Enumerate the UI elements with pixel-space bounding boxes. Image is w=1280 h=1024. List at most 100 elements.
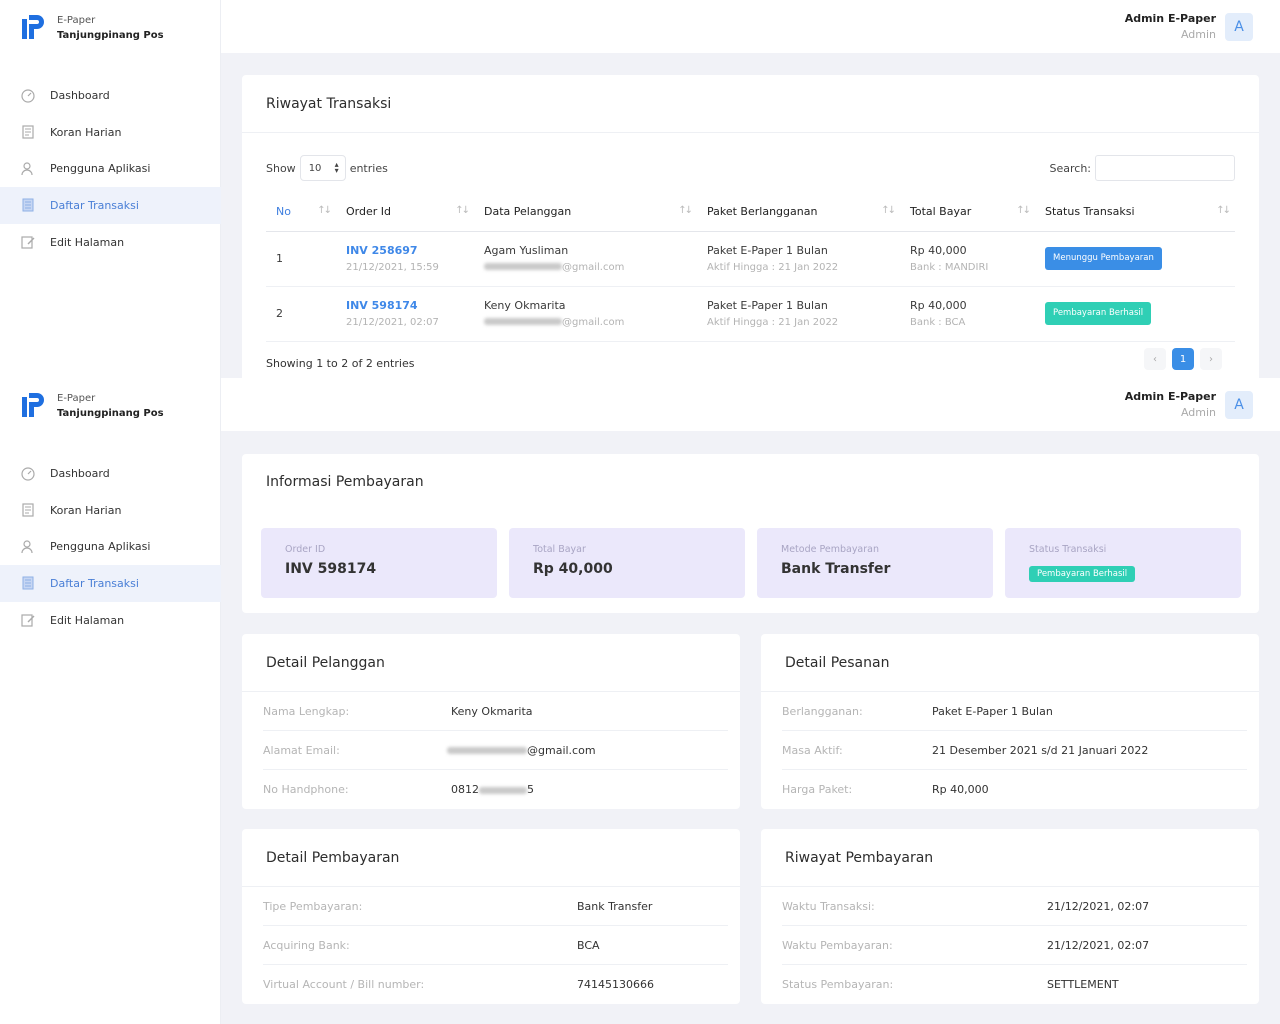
sidebar-item-label: Dashboard xyxy=(50,466,110,480)
avatar[interactable]: A xyxy=(1225,391,1253,419)
sidebar-item-label: Daftar Transaksi xyxy=(50,198,139,212)
customer-name: Agam Yusliman xyxy=(484,243,569,257)
sidebar-item-label: Pengguna Aplikasi xyxy=(50,540,151,554)
receipt-icon xyxy=(20,197,36,213)
stat-metode-pembayaran: Metode Pembayaran Bank Transfer xyxy=(757,528,993,598)
sidebar-item-dashboard[interactable]: Dashboard xyxy=(0,455,221,492)
card-title: Detail Pesanan xyxy=(761,634,1259,692)
column-header-status[interactable]: Status Transaksi ↑↓ xyxy=(1035,193,1235,232)
sidebar-item-koran-harian[interactable]: Koran Harian xyxy=(0,114,221,151)
avatar[interactable]: A xyxy=(1225,13,1253,41)
column-header-total-bayar[interactable]: Total Bayar ↑↓ xyxy=(900,193,1035,232)
order-date: 21/12/2021, 02:07 xyxy=(346,316,439,328)
transactions-table: No ↑↓ Order Id ↑↓ Data Pelanggan ↑↓ Paket B… xyxy=(266,193,1235,342)
logo-icon xyxy=(20,391,46,419)
row-value: BCA xyxy=(577,938,600,952)
detail-row: Waktu Transaksi: 21/12/2021, 02:07 xyxy=(782,887,1247,926)
user-name: Admin E-Paper xyxy=(1124,12,1216,25)
row-value: 21 Desember 2021 s/d 21 Januari 2022 xyxy=(932,743,1149,757)
package-active-until: Aktif Hingga : 21 Jan 2022 xyxy=(707,261,839,273)
redacted-email xyxy=(447,747,527,754)
stat-value: Rp 40,000 xyxy=(533,561,613,577)
card-title: Detail Pelanggan xyxy=(242,634,740,692)
row-value-suffix: 5 xyxy=(527,783,534,796)
sort-icon: ↑↓ xyxy=(1216,205,1231,216)
sidebar-item-label: Edit Halaman xyxy=(50,235,125,249)
sort-icon: ↑↓ xyxy=(678,205,693,216)
detail-row: No Handphone: 0812 5 xyxy=(263,770,728,809)
bank-name: Bank : BCA xyxy=(910,316,966,328)
row-value: @gmail.com xyxy=(527,743,596,757)
sidebar-item-pengguna-aplikasi[interactable]: Pengguna Aplikasi xyxy=(0,528,221,565)
user-menu[interactable]: Admin E-Paper Admin A xyxy=(1125,11,1253,43)
sort-icon: ↑↓ xyxy=(1016,205,1031,216)
order-date: 21/12/2021, 15:59 xyxy=(346,261,439,273)
card-title: Riwayat Pembayaran xyxy=(761,829,1259,887)
entries-control: Show 10 ▴ ▾ entries xyxy=(266,155,388,181)
row-value: Rp 40,000 xyxy=(932,783,989,796)
detail-row: Harga Paket: Rp 40,000 xyxy=(782,770,1247,809)
column-header-no[interactable]: No ↑↓ xyxy=(266,193,336,232)
row-label: Waktu Transaksi: xyxy=(782,899,875,913)
total-amount: Rp 40,000 xyxy=(910,243,967,257)
row-label: Acquiring Bank: xyxy=(263,938,350,952)
order-detail-card: Detail Pesanan Berlangganan: Paket E-Pape… xyxy=(761,634,1259,809)
row-label: Nama Lengkap: xyxy=(263,704,350,718)
row-value: Bank Transfer xyxy=(577,899,653,913)
customer-detail-card: Detail Pelanggan Nama Lengkap: Keny Okmar… xyxy=(242,634,740,809)
topbar: Admin E-Paper Admin A xyxy=(221,0,1280,53)
table-row: 2 INV 598174 21/12/2021, 02:07 Keny Okmar… xyxy=(266,286,1235,342)
sort-icon: ↑↓ xyxy=(455,205,470,216)
order-id-link[interactable]: INV 258697 xyxy=(346,242,474,259)
user-role: Admin xyxy=(1180,28,1216,41)
row-label: No Handphone: xyxy=(263,783,349,796)
payment-detail-card: Detail Pembayaran Tipe Pembayaran: Bank T… xyxy=(242,829,740,1004)
sidebar-item-edit-halaman[interactable]: Edit Halaman xyxy=(0,602,221,639)
detail-row: Berlangganan: Paket E-Paper 1 Bulan xyxy=(782,692,1247,731)
sidebar-item-daftar-transaksi[interactable]: Daftar Transaksi xyxy=(0,565,221,602)
column-header-data-pelanggan[interactable]: Data Pelanggan ↑↓ xyxy=(474,193,697,232)
customer-email-domain: @gmail.com xyxy=(562,316,625,328)
stat-total-bayar: Total Bayar Rp 40,000 xyxy=(509,528,745,598)
brand[interactable]: E-Paper Tanjungpinang Pos xyxy=(20,13,164,43)
sidebar-item-koran-harian[interactable]: Koran Harian xyxy=(0,492,221,529)
stat-label: Metode Pembayaran xyxy=(781,544,880,555)
brand-title: Tanjungpinang Pos xyxy=(57,408,164,419)
users-icon xyxy=(20,161,36,177)
sidebar-item-dashboard[interactable]: Dashboard xyxy=(0,77,221,114)
detail-row: Alamat Email: @gmail.com xyxy=(263,731,728,770)
order-id-link[interactable]: INV 598174 xyxy=(346,297,474,314)
search-input[interactable] xyxy=(1095,155,1235,181)
user-name: Admin E-Paper xyxy=(1124,390,1216,403)
user-menu[interactable]: Admin E-Paper Admin A xyxy=(1125,389,1253,421)
stat-label: Status Transaksi xyxy=(1029,544,1107,555)
status-badge: Pembayaran Berhasil xyxy=(1029,566,1136,582)
sidebar: E-Paper Tanjungpinang Pos Dashboard Kora… xyxy=(0,378,221,1024)
next-page-button[interactable]: › xyxy=(1200,348,1222,370)
row-label: Virtual Account / Bill number: xyxy=(263,978,425,991)
card-title: Riwayat Transaksi xyxy=(242,75,1259,133)
page-button[interactable]: 1 xyxy=(1172,348,1194,370)
column-header-order-id[interactable]: Order Id ↑↓ xyxy=(336,193,474,232)
prev-page-button[interactable]: ‹ xyxy=(1144,348,1166,370)
sidebar-item-daftar-transaksi[interactable]: Daftar Transaksi xyxy=(0,187,221,224)
newspaper-icon xyxy=(20,124,36,140)
sidebar-item-edit-halaman[interactable]: Edit Halaman xyxy=(0,224,221,261)
dashboard-icon xyxy=(20,465,36,481)
cell-no: 2 xyxy=(266,286,336,342)
search-label: Search: xyxy=(1049,161,1092,175)
stat-label: Total Bayar xyxy=(533,544,586,555)
detail-row: Status Pembayaran: SETTLEMENT xyxy=(782,965,1247,1004)
row-label: Status Pembayaran: xyxy=(782,978,894,991)
dashboard-icon xyxy=(20,87,36,103)
user-role: Admin xyxy=(1180,406,1216,419)
column-header-paket[interactable]: Paket Berlangganan ↑↓ xyxy=(697,193,900,232)
customer-name: Keny Okmarita xyxy=(484,298,566,312)
sidebar-item-pengguna-aplikasi[interactable]: Pengguna Aplikasi xyxy=(0,150,221,187)
brand-subtitle: E-Paper xyxy=(57,393,96,404)
receipt-icon xyxy=(20,575,36,591)
brand[interactable]: E-Paper Tanjungpinang Pos xyxy=(20,391,164,421)
brand-title: Tanjungpinang Pos xyxy=(57,30,164,41)
detail-row: Tipe Pembayaran: Bank Transfer xyxy=(263,887,728,926)
entries-select[interactable]: 10 ▴ ▾ xyxy=(299,155,346,181)
